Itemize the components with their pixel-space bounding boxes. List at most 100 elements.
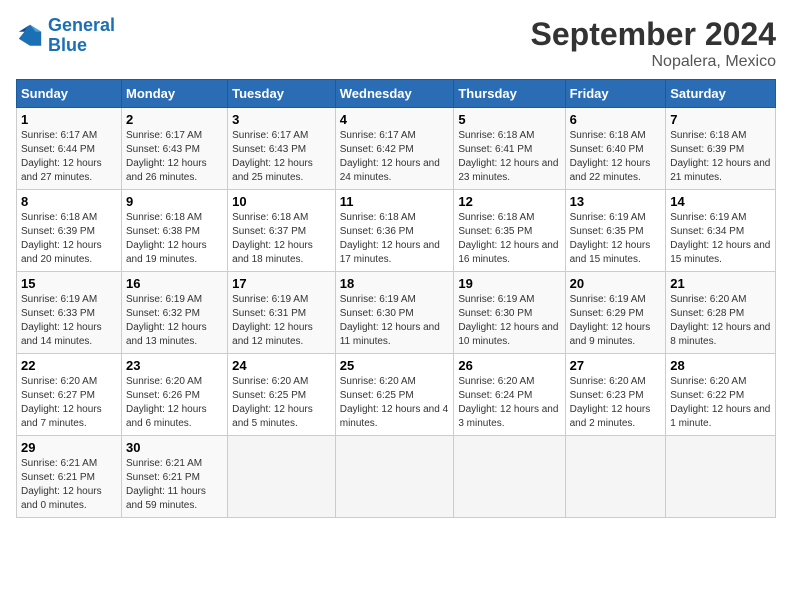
- sunset-label: Sunset: 6:31 PM: [232, 308, 306, 319]
- sunrise-label: Sunrise: 6:21 AM: [126, 458, 202, 469]
- calendar-cell: 25 Sunrise: 6:20 AM Sunset: 6:25 PM Dayl…: [335, 354, 454, 436]
- day-info: Sunrise: 6:20 AM Sunset: 6:23 PM Dayligh…: [570, 375, 662, 431]
- sunset-label: Sunset: 6:39 PM: [21, 226, 95, 237]
- day-number: 6: [570, 112, 662, 127]
- week-row-3: 15 Sunrise: 6:19 AM Sunset: 6:33 PM Dayl…: [17, 272, 776, 354]
- daylight-label: Daylight: 11 hours and 59 minutes.: [126, 486, 206, 511]
- day-number: 9: [126, 194, 223, 209]
- daylight-label: Daylight: 12 hours and 2 minutes.: [570, 404, 651, 429]
- day-info: Sunrise: 6:19 AM Sunset: 6:30 PM Dayligh…: [340, 293, 450, 349]
- sunrise-label: Sunrise: 6:20 AM: [570, 376, 646, 387]
- sunrise-label: Sunrise: 6:20 AM: [21, 376, 97, 387]
- daylight-label: Daylight: 12 hours and 16 minutes.: [458, 240, 558, 265]
- day-number: 2: [126, 112, 223, 127]
- day-info: Sunrise: 6:18 AM Sunset: 6:41 PM Dayligh…: [458, 129, 560, 185]
- day-number: 13: [570, 194, 662, 209]
- daylight-label: Daylight: 12 hours and 12 minutes.: [232, 322, 313, 347]
- daylight-label: Daylight: 12 hours and 21 minutes.: [670, 158, 770, 183]
- calendar-cell: 10 Sunrise: 6:18 AM Sunset: 6:37 PM Dayl…: [228, 190, 336, 272]
- calendar-cell: 11 Sunrise: 6:18 AM Sunset: 6:36 PM Dayl…: [335, 190, 454, 272]
- day-number: 27: [570, 358, 662, 373]
- calendar-cell: 20 Sunrise: 6:19 AM Sunset: 6:29 PM Dayl…: [565, 272, 666, 354]
- day-number: 12: [458, 194, 560, 209]
- day-number: 19: [458, 276, 560, 291]
- calendar-cell: 19 Sunrise: 6:19 AM Sunset: 6:30 PM Dayl…: [454, 272, 565, 354]
- day-number: 10: [232, 194, 331, 209]
- sunset-label: Sunset: 6:39 PM: [670, 144, 744, 155]
- sunrise-label: Sunrise: 6:19 AM: [458, 294, 534, 305]
- sunrise-label: Sunrise: 6:18 AM: [340, 212, 416, 223]
- header-sunday: Sunday: [17, 80, 122, 108]
- sunrise-label: Sunrise: 6:19 AM: [340, 294, 416, 305]
- day-info: Sunrise: 6:18 AM Sunset: 6:39 PM Dayligh…: [21, 211, 117, 267]
- daylight-label: Daylight: 12 hours and 17 minutes.: [340, 240, 440, 265]
- day-info: Sunrise: 6:19 AM Sunset: 6:34 PM Dayligh…: [670, 211, 771, 267]
- day-number: 17: [232, 276, 331, 291]
- sunrise-label: Sunrise: 6:18 AM: [670, 130, 746, 141]
- day-info: Sunrise: 6:19 AM Sunset: 6:31 PM Dayligh…: [232, 293, 331, 349]
- day-number: 18: [340, 276, 450, 291]
- daylight-label: Daylight: 12 hours and 8 minutes.: [670, 322, 770, 347]
- sunrise-label: Sunrise: 6:18 AM: [232, 212, 308, 223]
- sunset-label: Sunset: 6:30 PM: [340, 308, 414, 319]
- sunrise-label: Sunrise: 6:20 AM: [126, 376, 202, 387]
- sunset-label: Sunset: 6:21 PM: [126, 472, 200, 483]
- daylight-label: Daylight: 12 hours and 18 minutes.: [232, 240, 313, 265]
- day-number: 22: [21, 358, 117, 373]
- logo-line1: General: [48, 15, 115, 35]
- daylight-label: Daylight: 12 hours and 27 minutes.: [21, 158, 102, 183]
- day-info: Sunrise: 6:19 AM Sunset: 6:35 PM Dayligh…: [570, 211, 662, 267]
- day-info: Sunrise: 6:17 AM Sunset: 6:43 PM Dayligh…: [232, 129, 331, 185]
- day-info: Sunrise: 6:20 AM Sunset: 6:25 PM Dayligh…: [340, 375, 450, 431]
- sunset-label: Sunset: 6:44 PM: [21, 144, 95, 155]
- day-number: 16: [126, 276, 223, 291]
- sunset-label: Sunset: 6:42 PM: [340, 144, 414, 155]
- calendar-cell: 17 Sunrise: 6:19 AM Sunset: 6:31 PM Dayl…: [228, 272, 336, 354]
- day-number: 7: [670, 112, 771, 127]
- sunrise-label: Sunrise: 6:20 AM: [232, 376, 308, 387]
- day-number: 29: [21, 440, 117, 455]
- day-info: Sunrise: 6:19 AM Sunset: 6:32 PM Dayligh…: [126, 293, 223, 349]
- sunset-label: Sunset: 6:38 PM: [126, 226, 200, 237]
- calendar-cell: 16 Sunrise: 6:19 AM Sunset: 6:32 PM Dayl…: [121, 272, 227, 354]
- calendar-cell: 14 Sunrise: 6:19 AM Sunset: 6:34 PM Dayl…: [666, 190, 776, 272]
- sunset-label: Sunset: 6:33 PM: [21, 308, 95, 319]
- day-info: Sunrise: 6:21 AM Sunset: 6:21 PM Dayligh…: [126, 457, 223, 513]
- calendar-cell: 9 Sunrise: 6:18 AM Sunset: 6:38 PM Dayli…: [121, 190, 227, 272]
- day-number: 25: [340, 358, 450, 373]
- calendar-cell: 28 Sunrise: 6:20 AM Sunset: 6:22 PM Dayl…: [666, 354, 776, 436]
- calendar-cell: 5 Sunrise: 6:18 AM Sunset: 6:41 PM Dayli…: [454, 108, 565, 190]
- sunset-label: Sunset: 6:25 PM: [340, 390, 414, 401]
- calendar-cell: 1 Sunrise: 6:17 AM Sunset: 6:44 PM Dayli…: [17, 108, 122, 190]
- sunrise-label: Sunrise: 6:17 AM: [21, 130, 97, 141]
- day-number: 5: [458, 112, 560, 127]
- calendar-cell: [565, 436, 666, 518]
- daylight-label: Daylight: 12 hours and 22 minutes.: [570, 158, 651, 183]
- sunrise-label: Sunrise: 6:20 AM: [670, 376, 746, 387]
- sunrise-label: Sunrise: 6:19 AM: [232, 294, 308, 305]
- sunset-label: Sunset: 6:22 PM: [670, 390, 744, 401]
- sunset-label: Sunset: 6:41 PM: [458, 144, 532, 155]
- week-row-1: 1 Sunrise: 6:17 AM Sunset: 6:44 PM Dayli…: [17, 108, 776, 190]
- daylight-label: Daylight: 12 hours and 4 minutes.: [340, 404, 448, 429]
- daylight-label: Daylight: 12 hours and 5 minutes.: [232, 404, 313, 429]
- day-number: 30: [126, 440, 223, 455]
- daylight-label: Daylight: 12 hours and 14 minutes.: [21, 322, 102, 347]
- sunrise-label: Sunrise: 6:17 AM: [126, 130, 202, 141]
- calendar-cell: [228, 436, 336, 518]
- day-info: Sunrise: 6:18 AM Sunset: 6:40 PM Dayligh…: [570, 129, 662, 185]
- header-wednesday: Wednesday: [335, 80, 454, 108]
- day-number: 21: [670, 276, 771, 291]
- sunrise-label: Sunrise: 6:20 AM: [670, 294, 746, 305]
- sunrise-label: Sunrise: 6:20 AM: [458, 376, 534, 387]
- calendar-cell: 30 Sunrise: 6:21 AM Sunset: 6:21 PM Dayl…: [121, 436, 227, 518]
- day-number: 20: [570, 276, 662, 291]
- sunrise-label: Sunrise: 6:18 AM: [126, 212, 202, 223]
- sunset-label: Sunset: 6:25 PM: [232, 390, 306, 401]
- sunset-label: Sunset: 6:29 PM: [570, 308, 644, 319]
- sunset-label: Sunset: 6:43 PM: [126, 144, 200, 155]
- calendar-cell: 22 Sunrise: 6:20 AM Sunset: 6:27 PM Dayl…: [17, 354, 122, 436]
- calendar-cell: 26 Sunrise: 6:20 AM Sunset: 6:24 PM Dayl…: [454, 354, 565, 436]
- sunrise-label: Sunrise: 6:18 AM: [458, 130, 534, 141]
- day-info: Sunrise: 6:19 AM Sunset: 6:30 PM Dayligh…: [458, 293, 560, 349]
